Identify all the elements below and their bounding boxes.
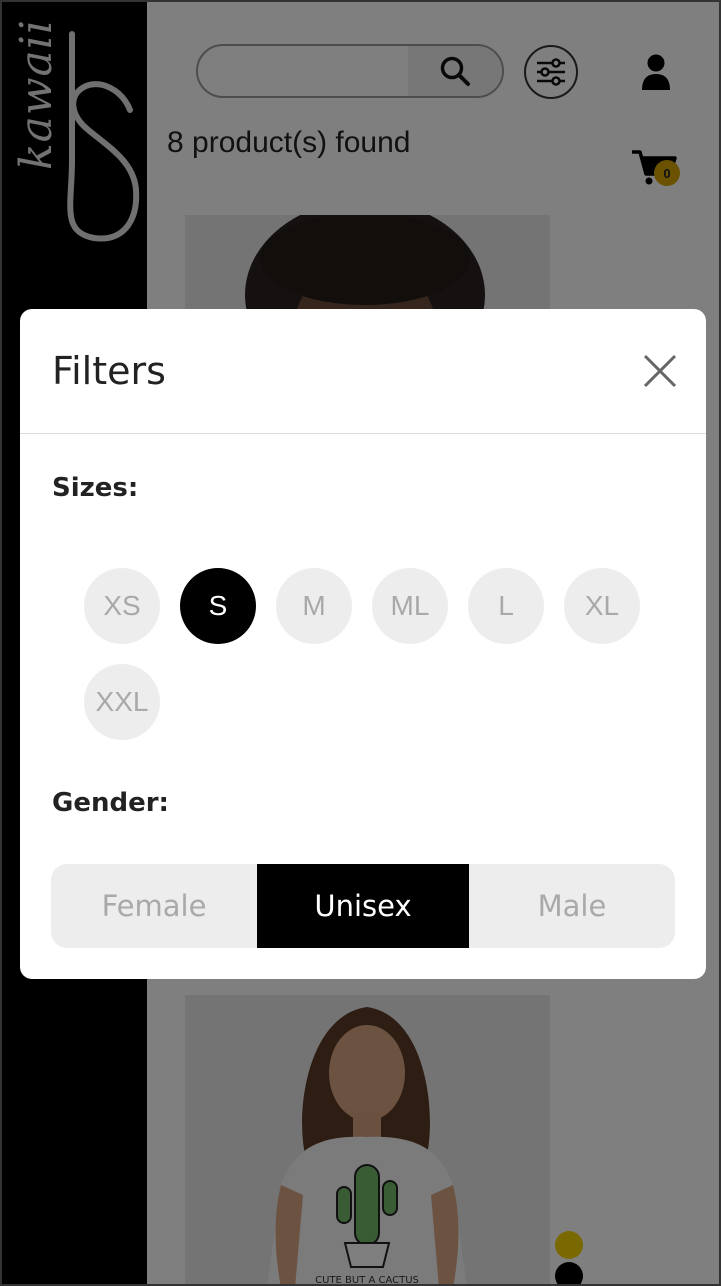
gender-option-female[interactable]: Female: [51, 864, 257, 948]
filters-modal: Filters Sizes: XS S M ML L XL XXL Gender…: [20, 309, 706, 979]
gender-option-unisex[interactable]: Unisex: [257, 864, 469, 948]
sizes-label: Sizes:: [52, 473, 139, 503]
modal-title: Filters: [52, 349, 166, 393]
size-option-l[interactable]: L: [468, 568, 544, 644]
size-option-xl[interactable]: XL: [564, 568, 640, 644]
size-option-ml[interactable]: ML: [372, 568, 448, 644]
modal-divider: [20, 433, 706, 434]
gender-option-male[interactable]: Male: [469, 864, 675, 948]
close-icon: [643, 354, 677, 388]
size-option-xxl[interactable]: XXL: [84, 664, 160, 740]
close-button[interactable]: [638, 349, 682, 393]
size-option-xs[interactable]: XS: [84, 568, 160, 644]
gender-segmented-control: Female Unisex Male: [51, 864, 675, 948]
size-option-m[interactable]: M: [276, 568, 352, 644]
gender-label: Gender:: [52, 788, 169, 818]
app-root: kawaii 8 prod: [0, 0, 721, 1286]
size-option-s[interactable]: S: [180, 568, 256, 644]
